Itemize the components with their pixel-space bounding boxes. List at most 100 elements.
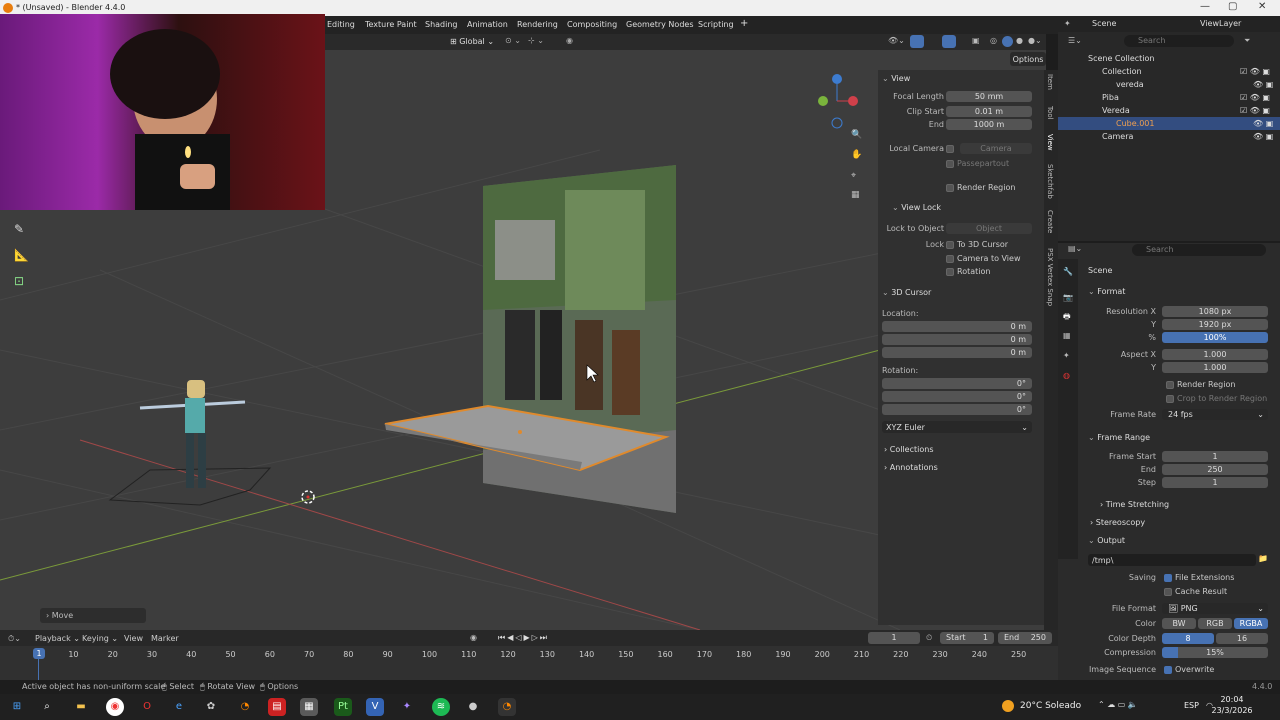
file-format-dropdown[interactable]: 🖼 PNG ⌄ <box>1162 603 1268 614</box>
add-workspace-icon[interactable]: + <box>740 18 748 29</box>
annotations-section-header[interactable]: › Annotations <box>884 463 938 472</box>
file-explorer-icon[interactable]: ▬ <box>72 698 90 716</box>
end-frame-field[interactable]: End 250 <box>998 632 1052 644</box>
opera-icon[interactable]: O <box>138 698 156 716</box>
grid-view-icon[interactable]: ▦ <box>851 190 860 200</box>
loc-z-field[interactable]: 0 m <box>882 347 1032 358</box>
snap-icon[interactable]: ⊹ ⌄ <box>528 36 544 45</box>
solid-shading-icon[interactable] <box>1002 36 1013 47</box>
rot-x-field[interactable]: 0° <box>882 378 1032 389</box>
lock-object-field[interactable]: Object <box>946 223 1032 234</box>
tab-tool[interactable]: Tool <box>1046 106 1054 120</box>
character-piba[interactable] <box>108 380 272 506</box>
weather-text[interactable]: 20°C Soleado <box>1020 701 1081 711</box>
3d-cursor-section-header[interactable]: 3D Cursor <box>882 288 931 297</box>
resolution-x-field[interactable]: 1080 px <box>1162 306 1268 317</box>
close-icon[interactable]: ✕ <box>1258 1 1266 12</box>
app-icon[interactable]: ✿ <box>202 698 220 716</box>
menu-marker[interactable]: Marker <box>151 634 179 643</box>
blender-taskbar-icon[interactable]: ◔ <box>236 698 254 716</box>
view-layer-selector[interactable]: ViewLayer <box>1200 19 1241 28</box>
aspect-x-field[interactable]: 1.000 <box>1162 349 1268 360</box>
current-frame-field[interactable]: 1 <box>868 632 920 644</box>
overlay-toggle-icon[interactable] <box>942 35 956 48</box>
compression-slider[interactable]: 15% <box>1162 647 1268 658</box>
chrome-icon[interactable]: ◉ <box>106 698 124 716</box>
proportional-icon[interactable]: ◉ <box>566 36 573 45</box>
annotate-tool-icon[interactable]: ✎ <box>14 222 24 236</box>
tab-view[interactable]: View <box>1046 134 1054 151</box>
resolution-pct-field[interactable]: 100% <box>1162 332 1268 343</box>
clock-time[interactable]: 20:04 <box>1212 695 1252 704</box>
tool-tab-icon[interactable]: 🔧 <box>1063 267 1073 276</box>
stereoscopy-header[interactable]: › Stereoscopy <box>1090 518 1145 527</box>
focal-length-field[interactable]: 50 mm <box>946 91 1032 102</box>
color-bw-button[interactable]: BW <box>1162 618 1196 629</box>
rot-y-field[interactable]: 0° <box>882 391 1032 402</box>
wireframe-shading-icon[interactable]: ◎ <box>990 36 997 45</box>
rot-z-field[interactable]: 0° <box>882 404 1032 415</box>
tab-shading[interactable]: Shading <box>425 20 458 29</box>
visibility-eye-icon[interactable]: ☑ 👁 ▣ <box>1240 106 1270 115</box>
output-path-input[interactable]: /tmp\ <box>1088 554 1256 566</box>
rotation-mode-dropdown[interactable]: XYZ Euler ⌄ <box>882 421 1032 433</box>
outliner-item[interactable]: Vereda <box>1102 106 1130 115</box>
outliner-search-input[interactable]: Search <box>1124 35 1234 47</box>
options-dropdown[interactable]: Options <box>1010 52 1046 66</box>
properties-editor-icon[interactable]: ▤⌄ <box>1068 244 1082 253</box>
pivot-icon[interactable]: ⊙ ⌄ <box>505 36 521 45</box>
maximize-icon[interactable]: ▢ <box>1228 1 1237 12</box>
tab-rendering[interactable]: Rendering <box>517 20 558 29</box>
blender-active-icon[interactable]: ◔ <box>498 698 516 716</box>
file-extensions-checkbox[interactable] <box>1164 573 1172 582</box>
outliner-item[interactable]: Scene Collection <box>1088 54 1155 63</box>
frame-range-section-header[interactable]: Frame Range <box>1088 433 1150 442</box>
clock-date[interactable]: 23/3/2026 <box>1206 706 1258 715</box>
menu-view[interactable]: View <box>124 634 143 643</box>
zoom-icon[interactable]: 🔍 <box>851 130 862 140</box>
measure-tool-icon[interactable]: 📐 <box>14 248 29 262</box>
tab-create[interactable]: Create <box>1046 210 1054 233</box>
orientation-dropdown[interactable]: ⊞ Global ⌄ <box>450 37 494 46</box>
minimize-icon[interactable]: — <box>1200 1 1210 12</box>
scene-selector[interactable]: Scene <box>1092 19 1116 28</box>
tab-compositing[interactable]: Compositing <box>567 20 617 29</box>
loc-y-field[interactable]: 0 m <box>882 334 1032 345</box>
tab-scripting[interactable]: Scripting <box>698 20 734 29</box>
outliner-item-selected[interactable]: Cube.001 <box>1116 119 1154 128</box>
timeline-track[interactable]: 1102030405060708090100110120130140150160… <box>0 646 1058 680</box>
render-region-prop-checkbox[interactable] <box>1166 380 1174 389</box>
xray-icon[interactable]: ▣ <box>972 36 980 45</box>
start-windows-icon[interactable]: ⊞ <box>8 698 26 716</box>
local-camera-checkbox[interactable] <box>946 145 954 153</box>
playhead[interactable]: 1 <box>33 648 45 659</box>
frame-step-field[interactable]: 1 <box>1162 477 1268 488</box>
clip-end-field[interactable]: 1000 m <box>946 119 1032 130</box>
crop-checkbox[interactable] <box>1166 394 1174 403</box>
color-rgba-button[interactable]: RGBA <box>1234 618 1268 629</box>
view-section-header[interactable]: View <box>882 74 910 83</box>
visibility-eye-icon[interactable]: 👁 ▣ <box>1253 80 1273 89</box>
resolution-y-field[interactable]: 1920 px <box>1162 319 1268 330</box>
tab-texture-paint[interactable]: Texture Paint <box>365 20 417 29</box>
color-depth-8-button[interactable]: 8 <box>1162 633 1214 644</box>
tab-editing[interactable]: Editing <box>327 20 355 29</box>
outliner-item[interactable]: Camera <box>1102 132 1133 141</box>
outliner-item[interactable]: Piba <box>1102 93 1119 102</box>
visibility-eye-icon[interactable]: 👁 ▣ <box>1253 132 1273 141</box>
filter-icon[interactable]: ⏷ <box>1244 36 1250 46</box>
overwrite-checkbox[interactable] <box>1164 665 1172 674</box>
app3-icon[interactable]: ✦ <box>398 698 416 716</box>
passepartout-checkbox[interactable] <box>946 159 954 168</box>
folder-icon[interactable]: 📁 <box>1258 554 1268 563</box>
frame-end-field[interactable]: 250 <box>1162 464 1268 475</box>
frame-rate-dropdown[interactable]: 24 fps ⌄ <box>1162 409 1268 420</box>
language-indicator[interactable]: ESP <box>1184 701 1199 710</box>
color-rgb-button[interactable]: RGB <box>1198 618 1232 629</box>
navigation-gizmo[interactable] <box>818 74 858 129</box>
gizmo-toggle-icon[interactable] <box>910 35 924 48</box>
outliner-item[interactable]: vereda <box>1116 80 1144 89</box>
collections-section-header[interactable]: › Collections <box>884 445 934 454</box>
add-cube-tool-icon[interactable]: ⊡ <box>14 274 24 288</box>
editor-type-icon[interactable]: ☰⌄ <box>1068 36 1082 45</box>
